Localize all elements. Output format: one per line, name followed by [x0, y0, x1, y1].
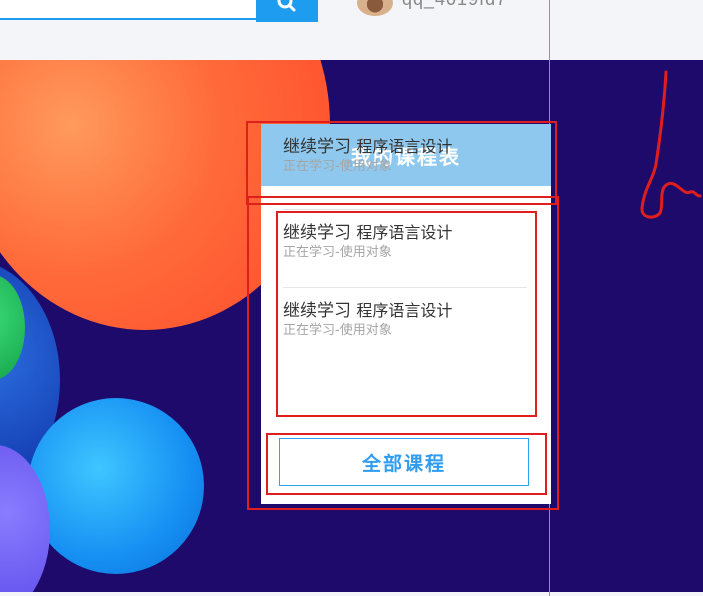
- course-status: 正在学习-使用对象: [283, 323, 392, 338]
- all-courses-button[interactable]: 全部课程: [279, 438, 529, 486]
- course-title[interactable]: 继续学习 程序语言设计: [283, 300, 527, 322]
- search-input[interactable]: [0, 0, 256, 20]
- course-action: 继续学习: [283, 137, 351, 157]
- list-item[interactable]: 继续学习 程序语言设计 正在学习-使用对象: [283, 210, 527, 288]
- list-item[interactable]: 继续学习 程序语言设计 正在学习-使用对象: [283, 130, 527, 210]
- username[interactable]: qq_4019fd7: [402, 0, 507, 10]
- list-item[interactable]: 继续学习 程序语言设计 正在学习-使用对象: [283, 288, 527, 366]
- top-bar: qq_4019fd7: [0, 0, 703, 60]
- course-action: 继续学习: [283, 301, 351, 321]
- annotation-scribble: [640, 70, 702, 219]
- course-name: 程序语言设计: [356, 223, 453, 242]
- course-title[interactable]: 继续学习 程序语言设计: [283, 222, 527, 244]
- course-status: 正在学习-使用对象: [283, 159, 392, 174]
- course-name: 程序语言设计: [356, 137, 453, 156]
- bottom-strip: [0, 592, 703, 596]
- my-schedule-card: 我的课程表 继续学习 程序语言设计 正在学习-使用对象 继续学习 程序语言设计 …: [261, 124, 551, 504]
- course-title[interactable]: 继续学习 程序语言设计: [283, 136, 527, 158]
- search-button[interactable]: [256, 0, 318, 22]
- course-list: 继续学习 程序语言设计 正在学习-使用对象 继续学习 程序语言设计 正在学习-使…: [283, 137, 527, 366]
- course-name: 程序语言设计: [356, 301, 453, 320]
- search-icon: [277, 0, 296, 12]
- decor-orb-cyan: [28, 398, 204, 574]
- course-action: 继续学习: [283, 223, 351, 243]
- course-status: 正在学习-使用对象: [283, 245, 392, 260]
- avatar[interactable]: [357, 0, 393, 16]
